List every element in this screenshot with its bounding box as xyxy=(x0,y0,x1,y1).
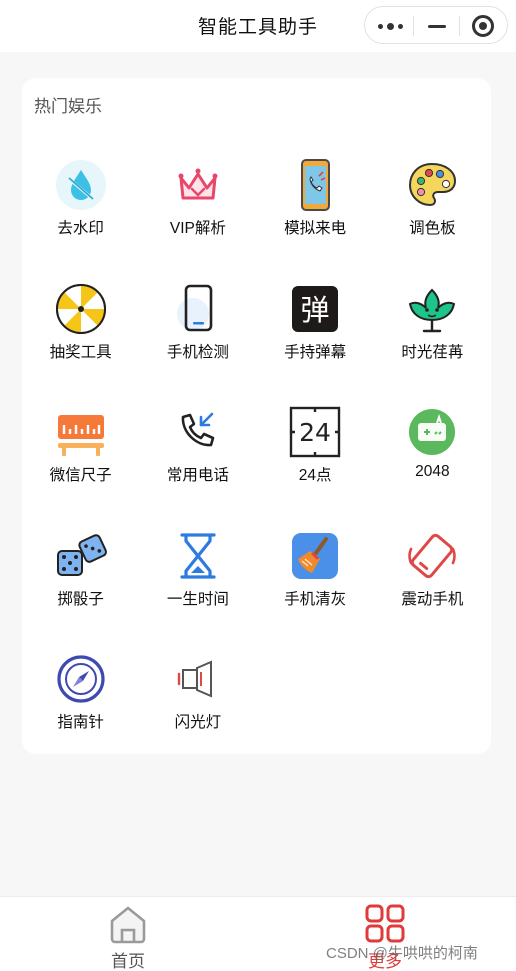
card-24-glyph: 24 xyxy=(299,418,331,447)
tool-flashlight[interactable]: 闪光灯 xyxy=(139,634,256,758)
tool-lottery[interactable]: 抽奖工具 xyxy=(22,264,139,388)
tool-dust-clean[interactable]: 手机清灰 xyxy=(257,511,374,635)
tool-label: 调色板 xyxy=(409,220,456,237)
tool-label: 掷骰子 xyxy=(57,590,104,608)
tool-label: 闪光灯 xyxy=(174,714,222,731)
game-2048-icon xyxy=(405,405,459,459)
tool-label: 常用电话 xyxy=(166,467,229,484)
danmu-icon: 弹 xyxy=(288,282,342,336)
tool-phone-check[interactable]: 手机检测 xyxy=(139,264,256,388)
tool-lifetime[interactable]: 一生时间 xyxy=(139,511,256,635)
hourglass-icon xyxy=(171,529,225,583)
tool-24-points[interactable]: 24 24点 xyxy=(257,387,374,511)
phone-call-icon xyxy=(288,158,342,212)
tool-label: 2048 xyxy=(415,463,450,480)
broom-icon xyxy=(288,529,342,583)
navigation-bar: 智能工具助手 xyxy=(0,0,516,52)
card-24-icon: 24 xyxy=(288,405,342,459)
tab-home-label: 首页 xyxy=(111,952,145,971)
danmu-glyph: 弹 xyxy=(301,293,330,327)
more-dots-icon xyxy=(377,22,403,30)
tool-remove-watermark[interactable]: 去水印 xyxy=(22,140,139,264)
vibrate-phone-icon xyxy=(405,529,459,583)
tool-time-flies[interactable]: 时光荏苒 xyxy=(374,264,491,388)
tool-label: 手机清灰 xyxy=(284,590,347,608)
tool-label: 去水印 xyxy=(57,220,104,237)
home-icon xyxy=(110,906,146,944)
tool-danmu[interactable]: 弹 手持弹幕 xyxy=(257,264,374,388)
tool-label: 抽奖工具 xyxy=(49,343,112,361)
phone-check-icon xyxy=(171,282,225,336)
tool-label: 一生时间 xyxy=(166,590,229,608)
flashlight-icon xyxy=(171,652,225,706)
section-title: 热门娱乐 xyxy=(34,97,102,116)
phone-incoming-icon xyxy=(171,405,225,459)
lottery-wheel-icon xyxy=(54,282,108,336)
tool-compass[interactable]: 指南针 xyxy=(22,634,139,758)
tool-vibrate[interactable]: 震动手机 xyxy=(374,511,491,635)
tool-label: 时光荏苒 xyxy=(401,343,464,361)
ruler-icon xyxy=(54,405,108,459)
tab-home[interactable]: 首页 xyxy=(73,903,183,971)
tool-label: 手机检测 xyxy=(166,343,229,361)
tool-dice[interactable]: 掷骰子 xyxy=(22,511,139,635)
close-button[interactable] xyxy=(460,7,506,45)
dice-icon xyxy=(54,529,108,583)
leaf-time-icon xyxy=(405,282,459,336)
tool-common-phone[interactable]: 常用电话 xyxy=(139,387,256,511)
tool-label: 震动手机 xyxy=(401,590,464,608)
tool-label: 指南针 xyxy=(57,714,104,731)
hot-entertainment-card: 热门娱乐 去水印 VIP解析 模拟来电 调色板 抽奖工具 手机检测 弹 手持弹幕… xyxy=(22,78,491,754)
tool-vip-parse[interactable]: VIP解析 xyxy=(139,140,256,264)
tool-label: 24点 xyxy=(298,467,332,484)
vip-crown-icon xyxy=(171,158,225,212)
close-target-icon xyxy=(472,15,494,37)
compass-icon xyxy=(54,652,108,706)
water-drop-icon xyxy=(54,158,108,212)
tool-fake-call[interactable]: 模拟来电 xyxy=(257,140,374,264)
grid-icon xyxy=(365,904,405,943)
tool-2048[interactable]: 2048 xyxy=(374,387,491,511)
csdn-watermark: CSDN @牛哄哄的柯南 xyxy=(326,945,478,962)
tool-label: 微信尺子 xyxy=(49,467,112,484)
tool-palette[interactable]: 调色板 xyxy=(374,140,491,264)
palette-icon xyxy=(405,158,459,212)
minimize-button[interactable] xyxy=(414,7,460,45)
tool-label: VIP解析 xyxy=(169,220,226,237)
minimize-icon xyxy=(428,24,446,28)
tool-ruler[interactable]: 微信尺子 xyxy=(22,387,139,511)
tool-label: 模拟来电 xyxy=(284,220,347,237)
tool-grid: 去水印 VIP解析 模拟来电 调色板 抽奖工具 手机检测 弹 手持弹幕 时光荏苒… xyxy=(22,140,491,758)
tool-label: 手持弹幕 xyxy=(284,343,347,361)
more-button[interactable] xyxy=(367,7,413,45)
capsule-menu xyxy=(364,6,508,44)
